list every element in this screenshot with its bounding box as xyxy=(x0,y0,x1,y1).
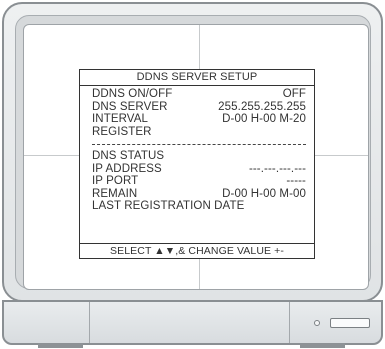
monitor-base xyxy=(2,300,383,345)
register-label[interactable]: REGISTER xyxy=(92,126,152,139)
menu-item-dns-server[interactable]: DNS SERVER 255.255.255.255 xyxy=(92,101,306,114)
menu-item-ddns-on-off[interactable]: DDNS ON/OFF OFF xyxy=(92,88,306,101)
status-label: IP PORT xyxy=(92,175,139,187)
status-label: REMAIN xyxy=(92,187,138,200)
status-label: IP ADDRESS xyxy=(92,162,162,175)
menu-divider xyxy=(92,144,306,145)
setting-label: DDNS ON/OFF xyxy=(92,88,173,100)
status-item-ip-port: IP PORT ----- xyxy=(92,175,306,188)
base-divider xyxy=(89,302,90,343)
base-divider xyxy=(289,302,290,343)
setting-value[interactable]: D-00 H-00 M-20 xyxy=(222,113,306,126)
status-item-ip-address: IP ADDRESS ---.---.---.--- xyxy=(92,163,306,176)
status-item-remain: REMAIN D-00 H-00 M-00 xyxy=(92,188,306,201)
menu-item-register[interactable]: REGISTER xyxy=(92,126,306,139)
setting-value[interactable]: OFF xyxy=(283,88,306,101)
status-value: ----- xyxy=(286,175,306,187)
setting-label: INTERVAL xyxy=(92,113,148,125)
setting-label: DNS SERVER xyxy=(92,100,168,113)
monitor-foot-right xyxy=(300,343,345,348)
status-value: ---.---.---.--- xyxy=(248,162,306,175)
menu-title: DDNS SERVER SETUP xyxy=(80,70,314,86)
status-item-last-registration-date: LAST REGISTRATION DATE xyxy=(92,200,306,213)
status-label: DNS STATUS xyxy=(92,150,165,162)
status-value: D-00 H-00 M-00 xyxy=(222,187,306,200)
monitor-bezel: DDNS SERVER SETUP DDNS ON/OFF OFF DNS SE… xyxy=(2,2,383,302)
monitor-foot-left xyxy=(38,343,83,348)
power-led-icon xyxy=(314,320,320,326)
menu-item-interval[interactable]: INTERVAL D-00 H-00 M-20 xyxy=(92,113,306,126)
menu-footer-hint: SELECT ▲▼,& CHANGE VALUE +- xyxy=(80,243,314,258)
power-button[interactable] xyxy=(330,318,370,328)
status-item-dns-status: DNS STATUS xyxy=(92,150,306,163)
ddns-setup-menu: DDNS SERVER SETUP DDNS ON/OFF OFF DNS SE… xyxy=(79,69,315,259)
monitor-screen: DDNS SERVER SETUP DDNS ON/OFF OFF DNS SE… xyxy=(23,24,369,290)
status-label: LAST REGISTRATION DATE xyxy=(92,200,245,212)
setting-value[interactable]: 255.255.255.255 xyxy=(218,101,306,114)
